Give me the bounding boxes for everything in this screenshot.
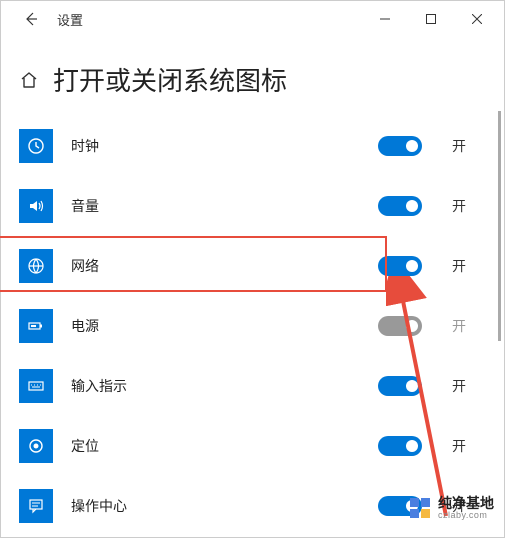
volume-icon [26,196,46,216]
row-ime: 输入指示 开 [19,356,486,416]
page-header: 打开或关闭系统图标 [1,37,504,116]
toggle-ime[interactable] [378,376,422,396]
state-label: 开 [452,316,482,336]
toggle-volume[interactable] [378,196,422,216]
watermark-url: czlaby.com [438,511,494,521]
row-label: 定位 [71,436,360,456]
network-icon [26,256,46,276]
window-title: 设置 [57,10,83,29]
window-controls [362,3,500,35]
row-power: 电源 开 [19,296,486,356]
settings-list: 时钟 开 音量 开 网络 开 电源 开 输入指示 开 [1,116,504,536]
volume-tile [19,189,53,223]
maximize-icon [426,14,436,24]
minimize-button[interactable] [362,3,408,35]
row-volume: 音量 开 [19,176,486,236]
watermark: 纯净基地 czlaby.com [408,496,494,521]
row-label: 网络 [71,256,360,276]
row-label: 时钟 [71,136,360,156]
power-tile [19,309,53,343]
state-label: 开 [452,256,482,276]
clock-tile [19,129,53,163]
titlebar: 设置 [1,1,504,37]
toggle-network[interactable] [378,256,422,276]
watermark-title: 纯净基地 [438,496,494,511]
toggle-clock[interactable] [378,136,422,156]
row-label: 音量 [71,196,360,216]
row-clock: 时钟 开 [19,116,486,176]
toggle-location[interactable] [378,436,422,456]
home-icon[interactable] [19,70,39,90]
scrollbar[interactable] [498,111,501,341]
state-label: 开 [452,136,482,156]
row-label: 电源 [71,316,360,336]
minimize-icon [380,14,390,24]
clock-icon [26,136,46,156]
back-button[interactable] [21,9,41,29]
row-label: 操作中心 [71,496,360,516]
power-icon [26,316,46,336]
ime-tile [19,369,53,403]
row-location: 定位 开 [19,416,486,476]
ime-icon [26,376,46,396]
maximize-button[interactable] [408,3,454,35]
row-network: 网络 开 [19,236,486,296]
location-icon [26,436,46,456]
location-tile [19,429,53,463]
close-button[interactable] [454,3,500,35]
watermark-logo-icon [408,496,432,520]
network-tile [19,249,53,283]
action-center-icon [26,496,46,516]
state-label: 开 [452,196,482,216]
back-arrow-icon [23,11,39,27]
action-center-tile [19,489,53,523]
close-icon [472,14,482,24]
state-label: 开 [452,436,482,456]
row-label: 输入指示 [71,376,360,396]
state-label: 开 [452,376,482,396]
page-title: 打开或关闭系统图标 [53,61,287,98]
toggle-power [378,316,422,336]
